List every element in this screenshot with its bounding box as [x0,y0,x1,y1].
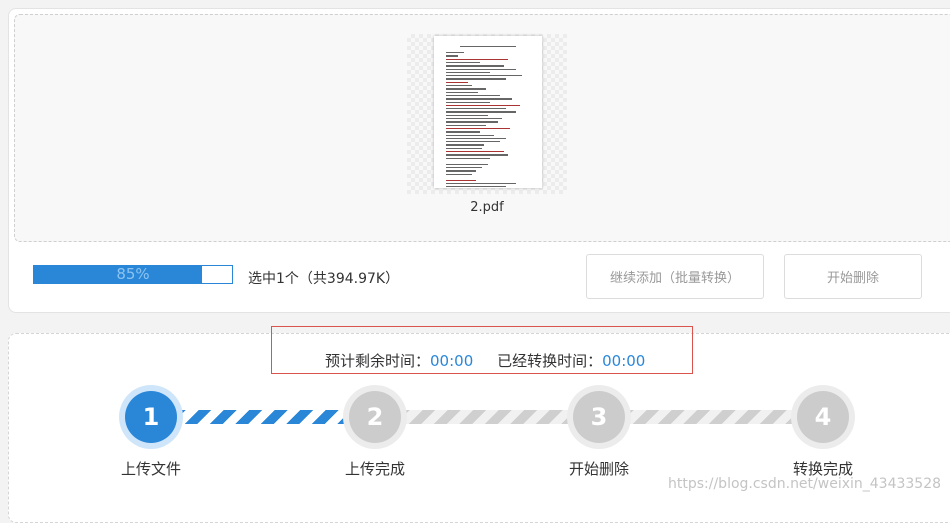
pdf-text-line [446,154,508,156]
pdf-text-line [446,134,494,136]
step-4-number: 4 [797,391,849,443]
add-more-button[interactable]: 继续添加（批量转换） [586,254,764,299]
pdf-text-line [446,179,476,181]
pdf-text-line [446,127,510,130]
pdf-text-line [446,111,516,113]
step-3-number: 3 [573,391,625,443]
time-info: 预计剩余时间：00:00 已经转换时间：00:00 [325,350,645,371]
step-2-number: 2 [349,391,401,443]
remaining-time-value: 00:00 [430,352,474,370]
pdf-text-line [446,104,520,107]
pdf-text-line [446,71,490,74]
pdf-text-line [446,131,480,133]
upload-progress-bar: 85% [33,265,233,284]
file-thumbnail[interactable] [407,34,567,194]
pdf-text-line [446,101,490,103]
pdf-text-line [446,166,482,169]
step-4: 4 [791,385,855,449]
pdf-text-line [460,46,516,48]
pdf-text-line [446,61,480,64]
step-connector-1-2 [180,410,350,424]
step-connector-3-4 [626,410,798,424]
pdf-text-line [446,88,486,90]
step-3: 3 [567,385,631,449]
pdf-text-line [446,78,506,80]
pdf-text-line [446,85,472,87]
pdf-text-line [446,141,500,143]
pdf-text-line [446,98,512,100]
pdf-text-line [446,81,468,84]
pdf-text-line [446,151,504,153]
pdf-text-line [446,144,484,146]
watermark: https://blog.csdn.net/weixin_43433528 [668,476,942,492]
step-3-label: 开始删除 [568,460,629,478]
pdf-text-line [446,124,486,126]
pdf-text-line [446,137,506,140]
pdf-text-line [446,182,516,185]
step-connector-2-3 [402,410,574,424]
step-1-label: 上传文件 [120,460,181,478]
pdf-text-line [446,163,488,165]
step-1: 1 [119,385,183,449]
pdf-text-line [446,147,482,150]
pdf-page-preview [434,36,542,188]
step-2-label: 上传完成 [344,460,405,478]
pdf-text-line [446,173,472,175]
pdf-text-line [446,121,498,123]
pdf-text-line [446,65,504,67]
pdf-text-line [446,118,502,120]
elapsed-time-value: 00:00 [602,352,646,370]
start-delete-button[interactable]: 开始删除 [784,254,922,299]
file-name: 2.pdf [470,200,504,215]
pdf-text-line [446,58,508,60]
pdf-text-line [446,157,490,159]
pdf-text-line [446,91,478,93]
pdf-text-line [446,94,500,97]
step-2: 2 [343,385,407,449]
pdf-text-line [446,55,458,57]
remaining-time-label: 预计剩余时间： [325,352,431,370]
selection-info: 选中1个（共394.97K） [248,271,400,287]
pdf-text-line [446,75,522,77]
pdf-text-line [446,68,516,70]
pdf-text-line [446,52,464,54]
progress-percent: 85% [116,265,150,283]
elapsed-time-label: 已经转换时间： [497,352,603,370]
pdf-text-line [446,186,506,188]
pdf-text-line [446,114,488,117]
step-1-number: 1 [125,391,177,443]
pdf-text-line [446,108,506,110]
pdf-text-line [446,170,476,172]
